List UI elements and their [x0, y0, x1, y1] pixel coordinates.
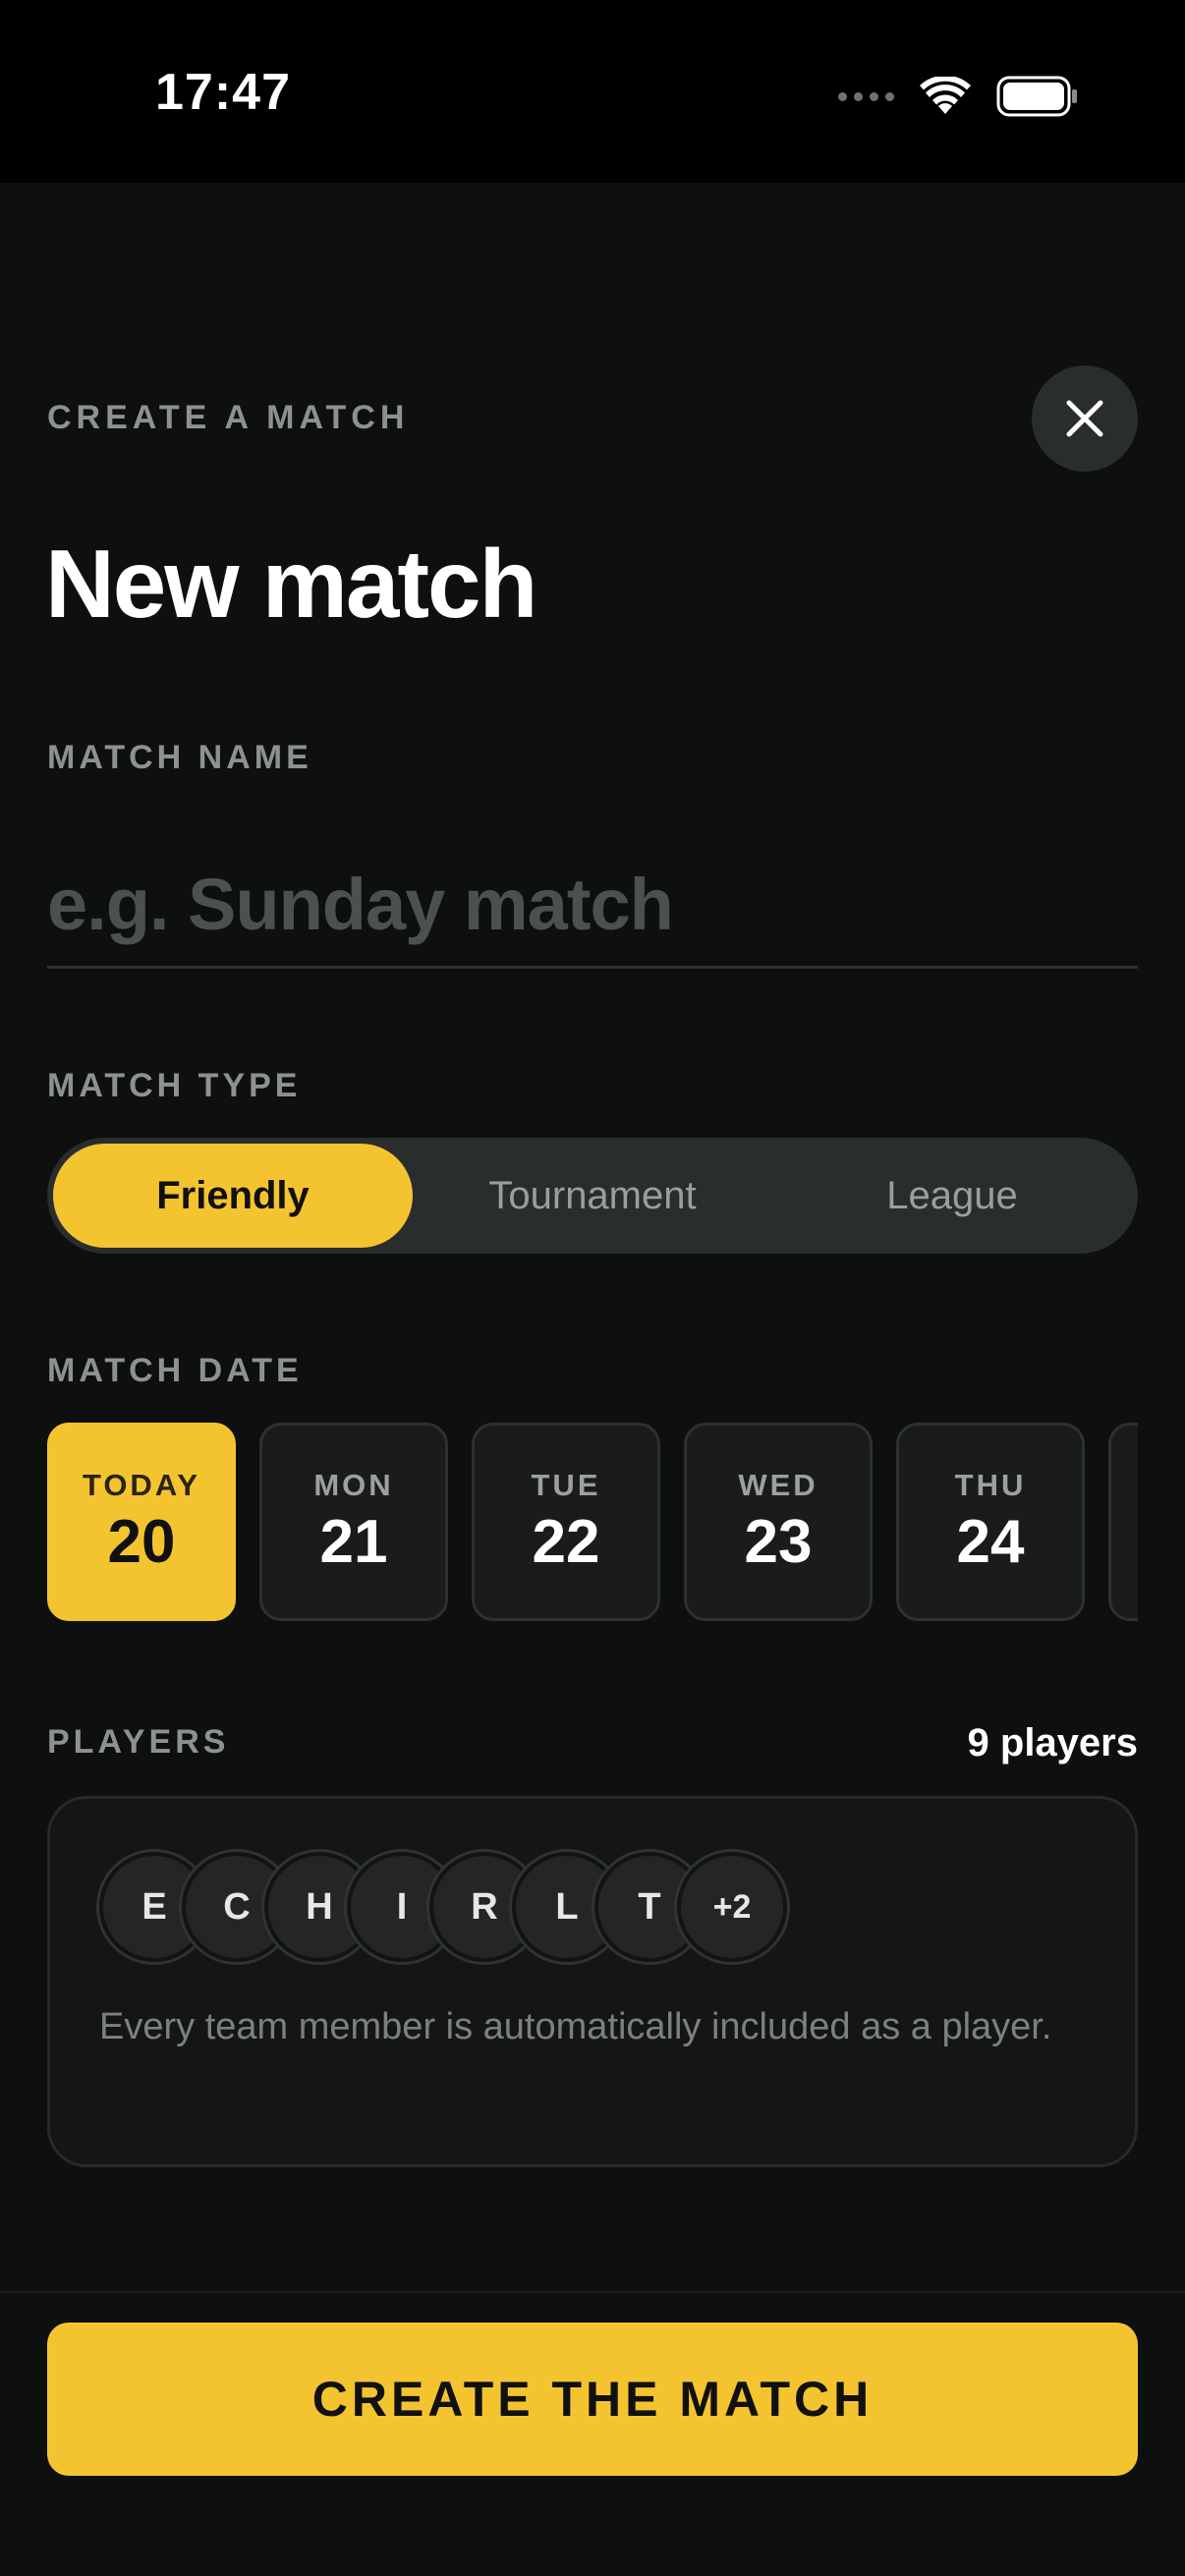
match-type-tournament[interactable]: Tournament [413, 1144, 772, 1248]
date-chip-dow: THU [954, 1467, 1027, 1502]
date-chip-dow: TODAY [82, 1467, 201, 1502]
cellular-signal-icon [838, 91, 894, 101]
date-chip-dow: MON [313, 1467, 394, 1502]
wifi-icon [920, 77, 971, 114]
players-count: 9 players [967, 1721, 1138, 1764]
date-chip-next[interactable] [1108, 1423, 1138, 1621]
close-button[interactable] [1032, 365, 1138, 472]
date-chip-day: 24 [956, 1507, 1025, 1576]
date-chip-day: 21 [319, 1507, 388, 1576]
players-note: Every team member is automatically inclu… [99, 2006, 1052, 2047]
players-card: E C H I R L T +2 Every team member is au… [47, 1796, 1138, 2167]
date-picker-row: TODAY 20 MON 21 TUE 22 WED 23 THU 24 [47, 1423, 1138, 1621]
date-chip-dow: WED [738, 1467, 818, 1502]
date-chip-today[interactable]: TODAY 20 [47, 1423, 236, 1621]
date-chip-day: 23 [744, 1507, 813, 1576]
status-time: 17:47 [155, 64, 291, 121]
page-title: New match [45, 530, 537, 638]
players-label: PLAYERS [47, 1723, 230, 1761]
date-chip-thu[interactable]: THU 24 [896, 1423, 1085, 1621]
match-date-label: MATCH DATE [47, 1352, 303, 1389]
date-chip-dow: TUE [531, 1467, 601, 1502]
date-chip-day: 22 [532, 1507, 600, 1576]
match-type-league[interactable]: League [772, 1144, 1132, 1248]
create-match-button[interactable]: CREATE THE MATCH [47, 2323, 1138, 2476]
date-chip-tue[interactable]: TUE 22 [472, 1423, 660, 1621]
close-icon [1066, 400, 1103, 437]
match-name-label: MATCH NAME [47, 739, 312, 776]
sheet-eyebrow: CREATE A MATCH [47, 399, 410, 436]
match-type-label: MATCH TYPE [47, 1067, 302, 1104]
status-icons [838, 73, 1079, 120]
status-bar: 17:47 [0, 0, 1185, 183]
avatar-overflow-count: +2 [677, 1852, 787, 1962]
date-chip-mon[interactable]: MON 21 [259, 1423, 448, 1621]
date-chip-wed[interactable]: WED 23 [684, 1423, 873, 1621]
battery-icon [996, 76, 1077, 117]
match-name-input[interactable] [47, 843, 1138, 969]
footer-divider [0, 2291, 1185, 2293]
match-type-selector: Friendly Tournament League [47, 1138, 1138, 1254]
match-type-friendly[interactable]: Friendly [53, 1144, 413, 1248]
date-chip-day: 20 [107, 1507, 176, 1576]
